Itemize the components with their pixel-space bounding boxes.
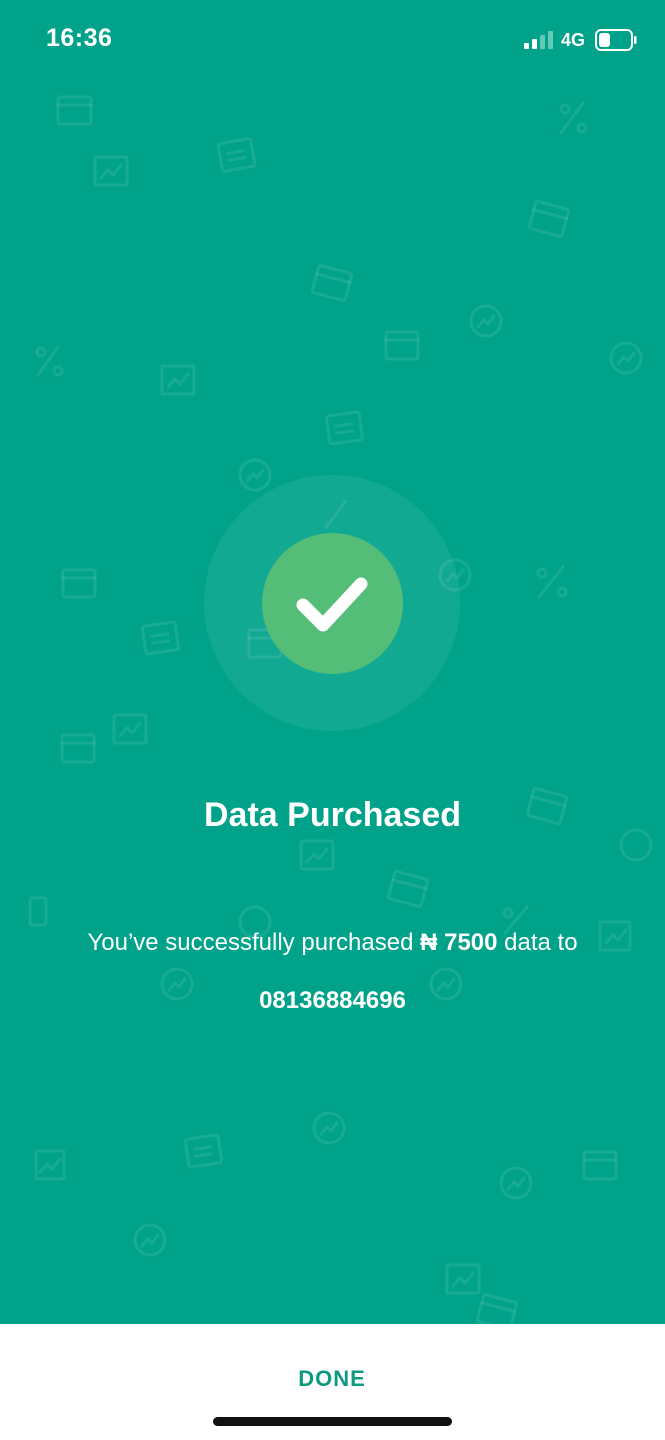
ticket-icon <box>216 137 257 173</box>
status-bar: 16:36 4G <box>0 0 665 80</box>
home-indicator[interactable] <box>213 1417 452 1426</box>
checkmark-icon <box>296 577 368 632</box>
network-type-label: 4G <box>561 30 586 50</box>
ticket-icon <box>140 620 181 656</box>
growth-coin-icon <box>312 1111 346 1145</box>
battery-icon <box>595 29 637 51</box>
recipient-phone-number: 08136884696 <box>259 987 406 1014</box>
growth-coin-icon <box>133 1223 167 1257</box>
success-panel: 16:36 4G Data Purchased You’ve successfu… <box>0 0 665 1324</box>
chart-icon <box>445 1263 481 1295</box>
bottom-action-bar: DONE <box>0 1324 665 1440</box>
receipt-icon <box>475 1293 519 1324</box>
chart-icon <box>160 364 196 396</box>
ticket-icon <box>324 410 365 446</box>
percent-icon <box>536 565 568 599</box>
message-prefix: You’ve successfully purchased <box>87 929 421 956</box>
receipt-icon <box>527 200 571 238</box>
chart-icon <box>299 839 335 871</box>
receipt-icon <box>386 870 430 908</box>
wallet-icon <box>56 95 93 126</box>
cellular-signal-icon <box>524 31 553 49</box>
growth-coin-icon <box>609 341 643 375</box>
done-button[interactable]: DONE <box>232 1354 432 1404</box>
chart-icon <box>93 155 129 187</box>
success-message: You’ve successfully purchased ₦ 7500 dat… <box>0 929 665 957</box>
growth-coin-icon <box>469 304 503 338</box>
ticket-icon <box>183 1133 224 1169</box>
growth-coin-icon <box>238 458 272 492</box>
wallet-icon <box>384 330 420 361</box>
status-time: 16:36 <box>46 24 113 52</box>
chart-icon <box>112 713 148 745</box>
purchase-success-screen: 16:36 4G Data Purchased You’ve successfu… <box>0 0 665 1440</box>
success-title: Data Purchased <box>204 796 461 834</box>
percent-icon <box>559 101 588 135</box>
wallet-icon <box>28 896 48 927</box>
message-suffix: data to <box>497 929 578 956</box>
success-check-badge <box>262 533 403 674</box>
chart-icon <box>34 1149 66 1181</box>
wallet-icon <box>60 733 96 764</box>
wallet-icon <box>61 568 97 599</box>
wallet-icon <box>582 1150 618 1181</box>
receipt-icon <box>310 264 354 302</box>
growth-coin-icon <box>499 1166 533 1200</box>
percent-icon <box>35 345 64 377</box>
purchase-amount: ₦ 7500 <box>420 929 498 956</box>
